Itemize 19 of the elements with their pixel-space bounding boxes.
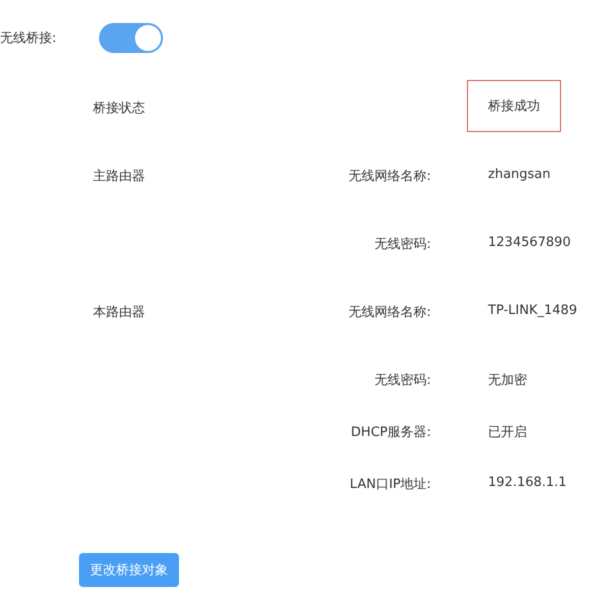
field-label: DHCP服务器: [350,425,431,440]
section-label: 本路由器 [93,305,145,320]
status-value: 桥接成功 [467,80,561,132]
field-value: 已开启 [488,425,527,440]
bridge-switch[interactable] [99,23,164,53]
field-label: 无线网络名称: [348,169,431,184]
field-value: 1234567890 [488,235,571,250]
field-label: 无线密码: [374,373,431,388]
section-label: 桥接状态 [93,100,146,117]
field-label: LAN口IP地址: [350,477,431,492]
field-value: TP-LINK_1489 [488,303,578,318]
field-label: 无线密码: [374,237,431,252]
section-label: 主路由器 [93,169,145,184]
field-value: zhangsan [488,167,550,182]
toggle-label: 无线桥接: [0,30,56,47]
field-value: 无加密 [488,373,527,388]
change-bridge-button[interactable]: 更改桥接对象 [79,553,179,587]
field-value: 192.168.1.1 [488,475,567,490]
field-label: 无线网络名称: [348,305,431,320]
